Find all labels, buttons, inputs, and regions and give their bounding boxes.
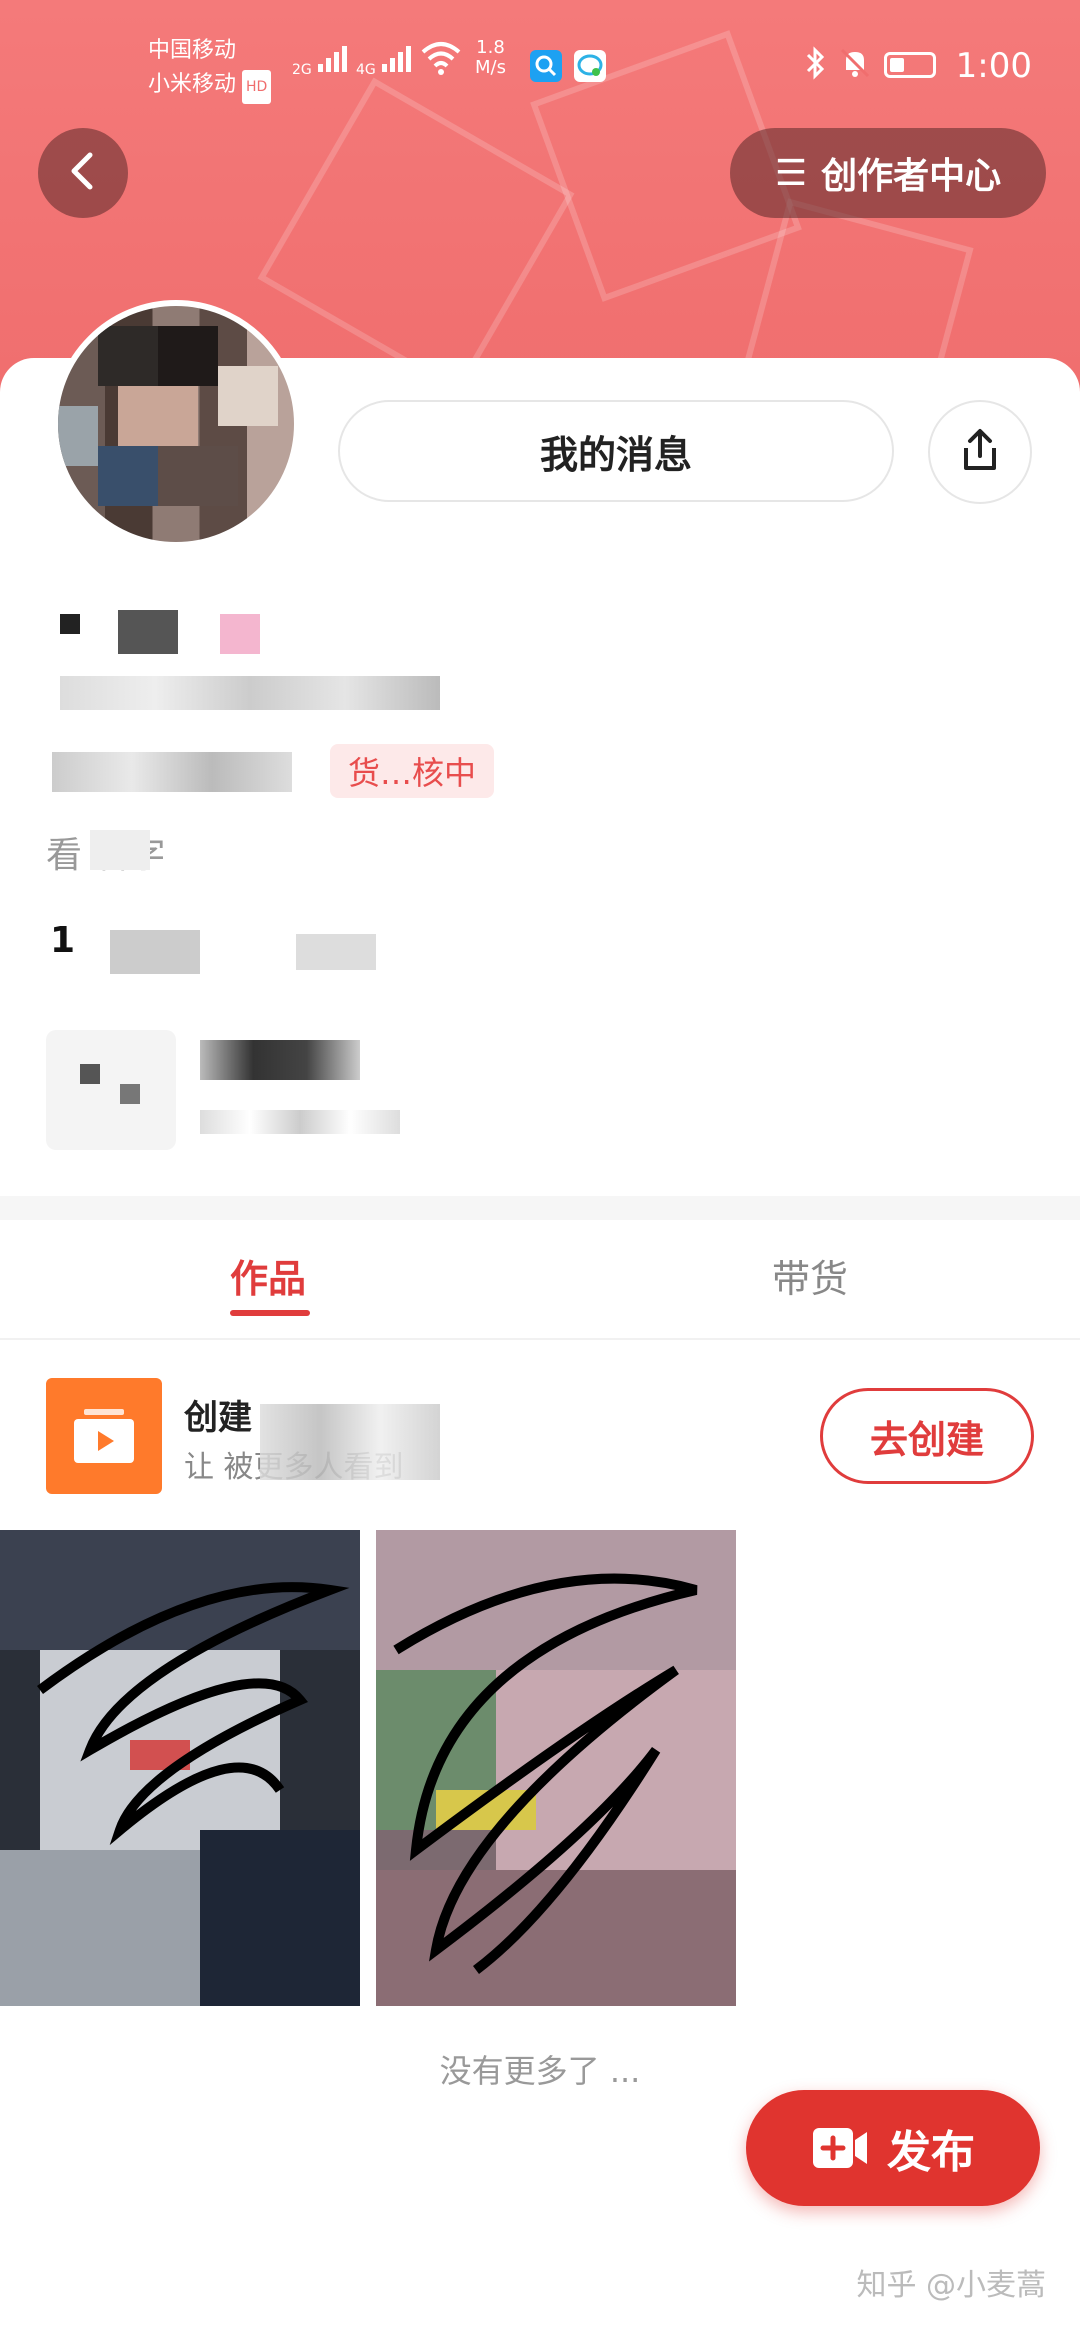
banner-pattern: [257, 77, 575, 395]
creator-center-label: 创作者中心: [821, 156, 1002, 197]
network-speed: 1.8 M/s: [475, 37, 506, 78]
redacted-thumb: [46, 1030, 176, 1150]
wifi-icon: [420, 40, 462, 84]
redacted-name-block: [118, 610, 178, 654]
promo-title: 创建: [184, 1398, 252, 1438]
tab-bar-border: [0, 1338, 1080, 1340]
bluetooth-icon: [804, 46, 826, 88]
go-create-button[interactable]: 去创建: [820, 1388, 1034, 1484]
redacted-bio-block: [60, 676, 440, 710]
redacted-block: [110, 930, 200, 974]
browser-app-icon: [530, 50, 562, 82]
profile-card: [0, 358, 1080, 2340]
hd-badge: HD: [242, 70, 272, 104]
mute-bell-icon: [838, 46, 872, 88]
redacted-name-block: [60, 614, 80, 634]
video-thumbnail[interactable]: [376, 1530, 736, 2006]
watermark-text: 知乎 @小麦蒿: [856, 2268, 1046, 2303]
redacted-block: [296, 934, 376, 970]
share-icon: [958, 426, 1002, 478]
redacted-block: [200, 1040, 360, 1080]
no-more-content-text: 没有更多了 ...: [439, 2052, 641, 2090]
clock: 1:00: [955, 46, 1032, 86]
back-button[interactable]: [38, 128, 128, 218]
review-status-tag: 货…核中: [330, 744, 495, 798]
redacted-block: [260, 1404, 440, 1480]
signal-2g-icon: 2G: [292, 44, 350, 78]
section-divider: [0, 1196, 1080, 1220]
chevron-left-icon: [66, 151, 100, 195]
redacted-name-block: [220, 614, 260, 654]
publish-label: 发布: [887, 2127, 975, 2178]
signal-4g-icon: 4G: [356, 44, 414, 78]
status-bar: 中国移动 小米移动 HD 2G 4G 1.8 M/s 1:00: [0, 0, 1080, 120]
carrier-info: 中国移动 小米移动 HD: [148, 34, 272, 104]
carrier-2: 小米移动: [148, 72, 237, 97]
id-fragment: 1: [50, 920, 76, 961]
redacted-tag-block: [52, 752, 292, 792]
tab-active-indicator: [230, 1310, 310, 1316]
tab-works[interactable]: 作品: [230, 1248, 306, 1303]
menu-icon: ☰: [774, 152, 808, 194]
publish-button[interactable]: 发布: [746, 2090, 1040, 2206]
redacted-block: [90, 830, 150, 870]
chat-app-icon: [574, 50, 606, 82]
my-messages-button[interactable]: 我的消息: [338, 400, 894, 502]
create-collection-icon: [46, 1378, 162, 1494]
video-thumbnail[interactable]: [0, 1530, 360, 2006]
video-camera-icon: [811, 2126, 869, 2170]
share-button[interactable]: [928, 400, 1032, 504]
redacted-block: [200, 1110, 400, 1134]
avatar[interactable]: [52, 300, 300, 548]
carrier-1: 中国移动: [148, 38, 237, 63]
tab-goods[interactable]: 带货: [772, 1248, 848, 1303]
creator-center-button[interactable]: ☰ 创作者中心: [730, 128, 1046, 218]
battery-icon: [884, 52, 936, 78]
